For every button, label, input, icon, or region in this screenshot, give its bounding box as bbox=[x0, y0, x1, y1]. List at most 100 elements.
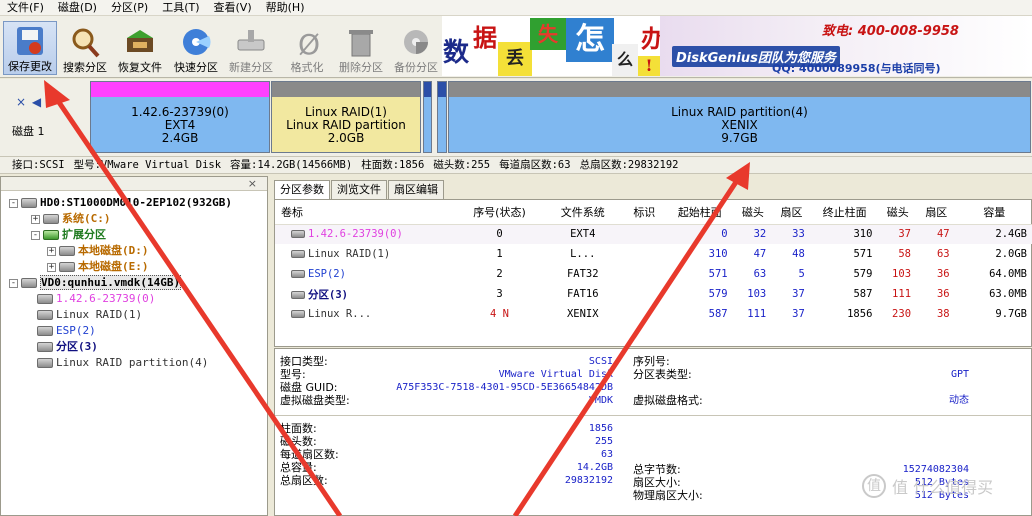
tree-node-5[interactable]: - VD0:qunhui.vmdk(14GB) bbox=[9, 275, 182, 291]
table-cell-fs: L... bbox=[570, 248, 596, 260]
disk-tree: × - HD0:ST1000DM010-2EP102(932GB) + 系统(C:) -… bbox=[0, 176, 268, 516]
column-header[interactable]: 文件系统 bbox=[542, 200, 623, 225]
disk-info-item: 接口:SCSI bbox=[12, 159, 65, 171]
table-cell-ec: 587 bbox=[853, 288, 873, 300]
search-button[interactable]: 搜索分区 bbox=[59, 21, 111, 75]
column-header[interactable]: 磁头 bbox=[878, 200, 918, 225]
table-row[interactable]: 1.42.6-23739(0) 0 EXT4 0 32 33 310 37 47 2.4GB bbox=[275, 224, 1032, 244]
table-cell-sc: 310 bbox=[708, 248, 728, 260]
watermark: 值 值 什么值得买 bbox=[862, 474, 993, 498]
column-header[interactable]: 扇区 bbox=[772, 200, 811, 225]
table-cell-ec: 1856 bbox=[847, 308, 873, 320]
banner-char-1: 据 bbox=[470, 16, 500, 60]
tab-1[interactable]: 浏览文件 bbox=[331, 180, 387, 199]
table-cell-cap: 63.0MB bbox=[989, 288, 1027, 300]
disk-map-partition-2[interactable] bbox=[423, 81, 432, 153]
partition-icon bbox=[37, 326, 53, 336]
recover-button[interactable]: 恢复文件 bbox=[114, 21, 166, 75]
search-button-label: 搜索分区 bbox=[63, 61, 107, 74]
banner-char-7: ! bbox=[638, 56, 660, 76]
disk-info-item: 每道扇区数:63 bbox=[499, 159, 571, 171]
info-divider bbox=[275, 415, 1031, 416]
menu-item-5[interactable]: 帮助(H) bbox=[259, 0, 312, 15]
partition-name-cell: Linux RAID(1) bbox=[275, 244, 456, 264]
close-icon[interactable]: × bbox=[248, 177, 257, 190]
column-header[interactable]: 标识 bbox=[622, 200, 667, 225]
disk-nav-arrows[interactable]: × ◀ ▶ bbox=[16, 95, 57, 109]
table-cell-fs: EXT4 bbox=[570, 228, 596, 241]
recover-icon bbox=[123, 26, 157, 58]
column-header[interactable]: 卷标 bbox=[275, 200, 457, 225]
format-button-label: 格式化 bbox=[290, 61, 324, 74]
tab-bar: 分区参数 浏览文件 扇区编辑 bbox=[274, 180, 445, 200]
info-label: 每道扇区数: bbox=[280, 448, 339, 461]
tab-0[interactable]: 分区参数 bbox=[274, 180, 330, 200]
tab-2[interactable]: 扇区编辑 bbox=[388, 180, 444, 199]
banner-char-2: 丢 bbox=[498, 42, 532, 76]
banner-phone: 致电: 400-008-9958 bbox=[822, 24, 959, 39]
quick-partition-icon bbox=[179, 26, 213, 58]
tree-node-10[interactable]: Linux RAID partition(4) bbox=[31, 355, 208, 371]
banner-char-0: 数 bbox=[442, 30, 470, 76]
column-header[interactable]: 磁头 bbox=[733, 200, 773, 225]
table-cell-fs: FAT32 bbox=[566, 268, 599, 280]
tree-node-4[interactable]: + 本地磁盘(E:) bbox=[47, 259, 149, 275]
disk-label: 磁盘 1 bbox=[12, 125, 45, 138]
menu-item-0[interactable]: 文件(F) bbox=[0, 0, 51, 15]
info-label: 扇区大小: bbox=[633, 476, 681, 489]
column-header[interactable]: 容量 bbox=[955, 200, 1032, 225]
table-row[interactable]: ESP(2) 2 FAT32 571 63 5 579 103 36 64.0MB bbox=[275, 264, 1032, 284]
table-cell-ss: 33 bbox=[792, 228, 805, 241]
column-header[interactable]: 起始柱面 bbox=[666, 200, 734, 225]
table-cell-eh: 111 bbox=[892, 288, 912, 300]
expand-icon[interactable]: + bbox=[31, 214, 40, 224]
collapse-icon[interactable]: - bbox=[31, 230, 40, 240]
quick-button[interactable]: 快速分区 bbox=[170, 21, 222, 75]
tree-node-1[interactable]: + 系统(C:) bbox=[31, 211, 111, 227]
delete-button[interactable]: 删除分区 bbox=[335, 21, 387, 75]
tree-node-0[interactable]: - HD0:ST1000DM010-2EP102(932GB) bbox=[9, 195, 232, 211]
column-header[interactable]: 终止柱面 bbox=[810, 200, 879, 225]
expand-icon[interactable]: + bbox=[47, 246, 56, 256]
collapse-icon[interactable]: - bbox=[9, 278, 18, 288]
table-row[interactable]: Linux RAID(1) 1 L... 310 47 48 571 58 63 2.0GB bbox=[275, 244, 1032, 264]
info-row bbox=[275, 381, 1031, 394]
backup-button[interactable]: 备份分区 bbox=[390, 21, 442, 75]
table-cell-es: 38 bbox=[936, 308, 950, 320]
table-row[interactable]: 分区(3) 3 FAT16 579 103 37 587 111 36 63.0MB bbox=[275, 284, 1032, 304]
partition-name: 分区(3) bbox=[308, 288, 348, 301]
menu-item-3[interactable]: 工具(T) bbox=[155, 0, 206, 15]
new-button[interactable]: 新建分区 bbox=[225, 21, 277, 75]
partition-icon bbox=[37, 294, 53, 304]
expand-icon[interactable]: + bbox=[47, 262, 56, 272]
tree-node-3[interactable]: + 本地磁盘(D:) bbox=[47, 243, 149, 259]
menu-item-4[interactable]: 查看(V) bbox=[207, 0, 259, 15]
table-cell-eh: 230 bbox=[892, 308, 912, 320]
table-row[interactable]: Linux R... 4 N XENIX 587 111 37 1856 230 38 9.7GB bbox=[275, 304, 1032, 324]
tree-node-7[interactable]: Linux RAID(1) bbox=[31, 307, 142, 323]
format-button[interactable]: Ø 格式化 bbox=[281, 21, 333, 75]
column-header[interactable]: 扇区 bbox=[917, 200, 956, 225]
menu-item-2[interactable]: 分区(P) bbox=[104, 0, 155, 15]
tree-node-9[interactable]: 分区(3) bbox=[31, 339, 98, 355]
disk-map-partition-1[interactable]: Linux RAID(1) Linux RAID partition 2.0GB bbox=[271, 81, 421, 153]
info-row: 分区表类型: GPT bbox=[275, 368, 1031, 381]
menu-item-1[interactable]: 磁盘(D) bbox=[51, 0, 104, 15]
partition-line3: 2.4GB bbox=[161, 131, 199, 145]
collapse-icon[interactable]: - bbox=[9, 198, 18, 208]
column-header[interactable]: 序号(状态) bbox=[456, 200, 543, 225]
backup-button-label: 备份分区 bbox=[394, 61, 438, 74]
table-cell-cap: 2.4GB bbox=[995, 228, 1027, 241]
partition-usage-bar bbox=[438, 82, 446, 97]
disk-map-partition-4[interactable]: Linux RAID partition(4) XENIX 9.7GB bbox=[448, 81, 1031, 153]
tree-node-6[interactable]: 1.42.6-23739(0) bbox=[31, 291, 155, 307]
table-cell-sh: 111 bbox=[747, 308, 767, 320]
disk-map-partition-3[interactable] bbox=[437, 81, 447, 153]
tree-node-2[interactable]: - 扩展分区 bbox=[31, 227, 106, 243]
disk-map-partition-0[interactable]: 1.42.6-23739(0) EXT4 2.4GB bbox=[90, 81, 270, 153]
tree-node-8[interactable]: ESP(2) bbox=[31, 323, 96, 339]
ad-banner[interactable]: 数据丢失怎么办! DiskGenius团队为您服务 致电: 400-008-99… bbox=[442, 16, 1032, 76]
save-button[interactable]: 保存更改 bbox=[3, 21, 57, 75]
disk-info-bar: 接口:SCSI 型号:VMware Virtual Disk 容量:14.2GB(1… bbox=[0, 156, 1032, 174]
partition-name-cell: ESP(2) bbox=[275, 264, 456, 284]
